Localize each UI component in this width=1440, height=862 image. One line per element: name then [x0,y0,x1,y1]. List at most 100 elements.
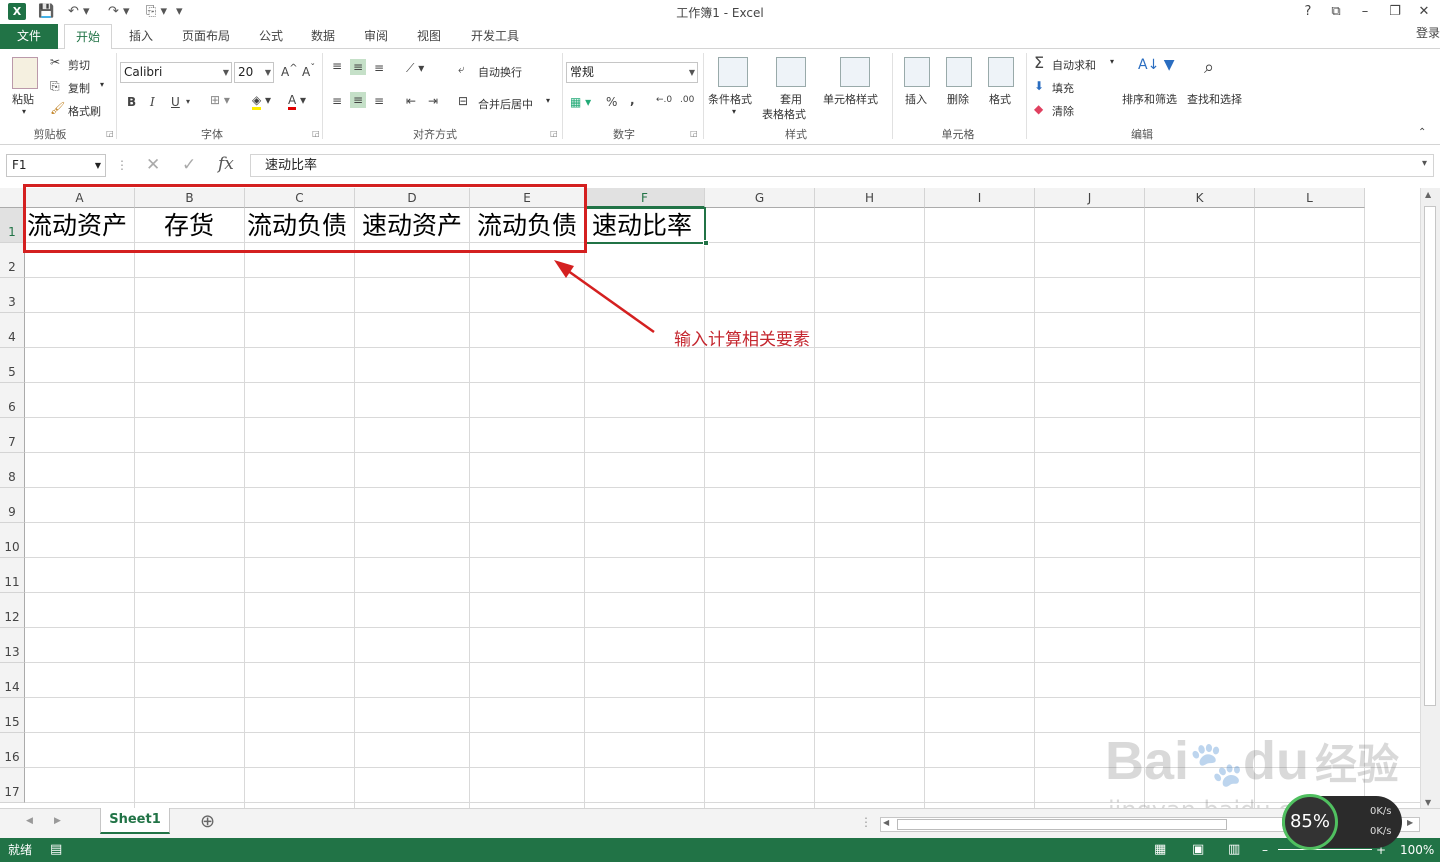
number-launcher-icon[interactable]: ◲ [690,129,698,138]
decrease-decimal-icon[interactable]: .00 [680,95,694,105]
expand-formula-icon[interactable]: ▾ [1422,158,1427,169]
bold-button[interactable]: B [127,95,136,109]
scroll-thumb[interactable] [1424,206,1436,706]
paste-button[interactable]: 粘贴 [12,91,34,107]
ribbon-display-icon[interactable]: ⧉ [1326,2,1346,22]
row-header-5[interactable]: 5 [0,348,25,383]
sort-filter-button[interactable]: 排序和筛选 [1122,91,1177,107]
select-all-corner[interactable] [0,188,25,208]
column-header-i[interactable]: I [925,188,1035,208]
worksheet-grid[interactable]: ABCDEFGHIJKL 1 2 3 4 5 6 7 8 9 10 11 12 13 14 15 16 17 流… [0,188,1420,808]
paste-icon[interactable] [12,57,38,89]
row-header-8[interactable]: 8 [0,453,25,488]
row-header-16[interactable]: 16 [0,733,25,768]
delete-cells-button[interactable]: 删除 [947,91,969,107]
increase-indent-icon[interactable]: ⇥ [428,94,438,108]
row-header-4[interactable]: 4 [0,313,25,348]
page-break-view-icon[interactable]: ▥ [1228,838,1240,862]
insert-function-icon[interactable]: fx [218,154,234,174]
font-color-icon[interactable]: A ▾ [288,93,306,110]
name-box[interactable]: F1 ▼ [6,154,106,177]
tab-formulas[interactable]: 公式 [250,24,292,49]
font-name-combo[interactable]: Calibri ▼ [120,62,232,83]
merge-center-button[interactable]: 合并后居中 [478,96,533,112]
normal-view-icon[interactable]: ▦ [1154,838,1166,862]
format-as-table-line1[interactable]: 套用 [780,91,802,107]
page-layout-view-icon[interactable]: ▣ [1192,838,1204,862]
tab-data[interactable]: 数据 [302,24,344,49]
conditional-format-button[interactable]: 条件格式 [708,91,752,107]
increase-font-icon[interactable]: A^ [281,63,298,79]
formula-input[interactable]: 速动比率 [250,154,1434,177]
orientation-icon[interactable]: ⟋ ▾ [406,61,424,76]
align-center-icon[interactable]: ≡ [350,92,367,108]
italic-button[interactable]: I [150,95,155,109]
tab-developer[interactable]: 开发工具 [462,24,528,49]
comma-button[interactable]: , [630,93,635,107]
tab-split-grip-icon[interactable]: ⋮ [860,815,872,829]
align-top-icon[interactable]: ≡ [332,59,342,73]
number-format-combo[interactable]: 常规 ▼ [566,62,698,83]
align-right-icon[interactable]: ≡ [374,94,384,108]
zoom-level[interactable]: 100% [1400,838,1434,862]
row-header-9[interactable]: 9 [0,488,25,523]
column-header-h[interactable]: H [815,188,925,208]
conditional-dropdown-icon[interactable]: ▾ [732,107,736,116]
tab-view[interactable]: 视图 [408,24,450,49]
decrease-font-icon[interactable]: Aˇ [302,63,315,79]
vertical-scrollbar[interactable]: ▲ ▼ [1420,188,1440,810]
decrease-indent-icon[interactable]: ⇤ [406,94,416,108]
column-header-j[interactable]: J [1035,188,1145,208]
row-header-12[interactable]: 12 [0,593,25,628]
row-header-15[interactable]: 15 [0,698,25,733]
collapse-ribbon-icon[interactable]: ⌃ [1418,127,1426,138]
row-header-14[interactable]: 14 [0,663,25,698]
row-header-10[interactable]: 10 [0,523,25,558]
alignment-launcher-icon[interactable]: ◲ [550,129,558,138]
format-as-table-line2[interactable]: 表格格式 [762,106,806,122]
row-header-3[interactable]: 3 [0,278,25,313]
copy-button[interactable]: 复制 [68,80,90,96]
align-bottom-icon[interactable]: ≡ [374,61,384,75]
border-icon[interactable]: ⊞ ▾ [210,93,230,107]
tab-page-layout[interactable]: 页面布局 [172,24,240,49]
clipboard-launcher-icon[interactable]: ◲ [106,129,114,138]
scroll-up-icon[interactable]: ▲ [1425,190,1431,199]
hscroll-thumb[interactable] [897,819,1227,830]
row-header-7[interactable]: 7 [0,418,25,453]
cancel-entry-icon[interactable]: ✕ [146,155,160,175]
tab-insert[interactable]: 插入 [118,24,164,49]
login-link[interactable]: 登录 [1416,24,1440,42]
insert-cells-button[interactable]: 插入 [905,91,927,107]
increase-decimal-icon[interactable]: ←.0 [656,95,672,105]
autosum-dropdown-icon[interactable]: ▾ [1110,57,1114,66]
row-header-11[interactable]: 11 [0,558,25,593]
row-header-1[interactable]: 1 [0,208,25,243]
fill-button[interactable]: 填充 [1052,80,1074,96]
close-icon[interactable]: ✕ [1414,2,1434,22]
scroll-left-icon[interactable]: ◀ [883,818,889,827]
fill-color-icon[interactable]: ◈ ▾ [252,93,271,110]
tab-home[interactable]: 开始 [64,24,112,50]
row-header-2[interactable]: 2 [0,243,25,278]
cut-button[interactable]: 剪切 [68,57,90,73]
scroll-down-icon[interactable]: ▼ [1425,798,1431,807]
merge-dropdown-icon[interactable]: ▾ [546,96,550,105]
format-painter-button[interactable]: 格式刷 [68,103,101,119]
format-cells-button[interactable]: 格式 [989,91,1011,107]
help-button[interactable]: ? [1298,2,1318,22]
find-select-button[interactable]: 查找和选择 [1187,91,1242,107]
percent-button[interactable]: % [606,95,617,109]
minimize-icon[interactable]: – [1355,2,1375,22]
zoom-out-icon[interactable]: – [1262,838,1268,862]
clear-button[interactable]: 清除 [1052,103,1074,119]
macro-record-icon[interactable]: ▤ [50,838,62,862]
zoom-slider[interactable] [1278,849,1372,850]
new-sheet-button[interactable]: ⊕ [200,811,215,832]
sheet-tab-sheet1[interactable]: Sheet1 [100,808,170,834]
restore-icon[interactable]: ❐ [1385,2,1405,22]
scroll-right-icon[interactable]: ▶ [1407,818,1413,827]
font-launcher-icon[interactable]: ◲ [312,129,320,138]
next-sheet-icon[interactable]: ▶ [54,816,61,826]
accounting-format-icon[interactable]: ▦ ▾ [570,95,591,109]
